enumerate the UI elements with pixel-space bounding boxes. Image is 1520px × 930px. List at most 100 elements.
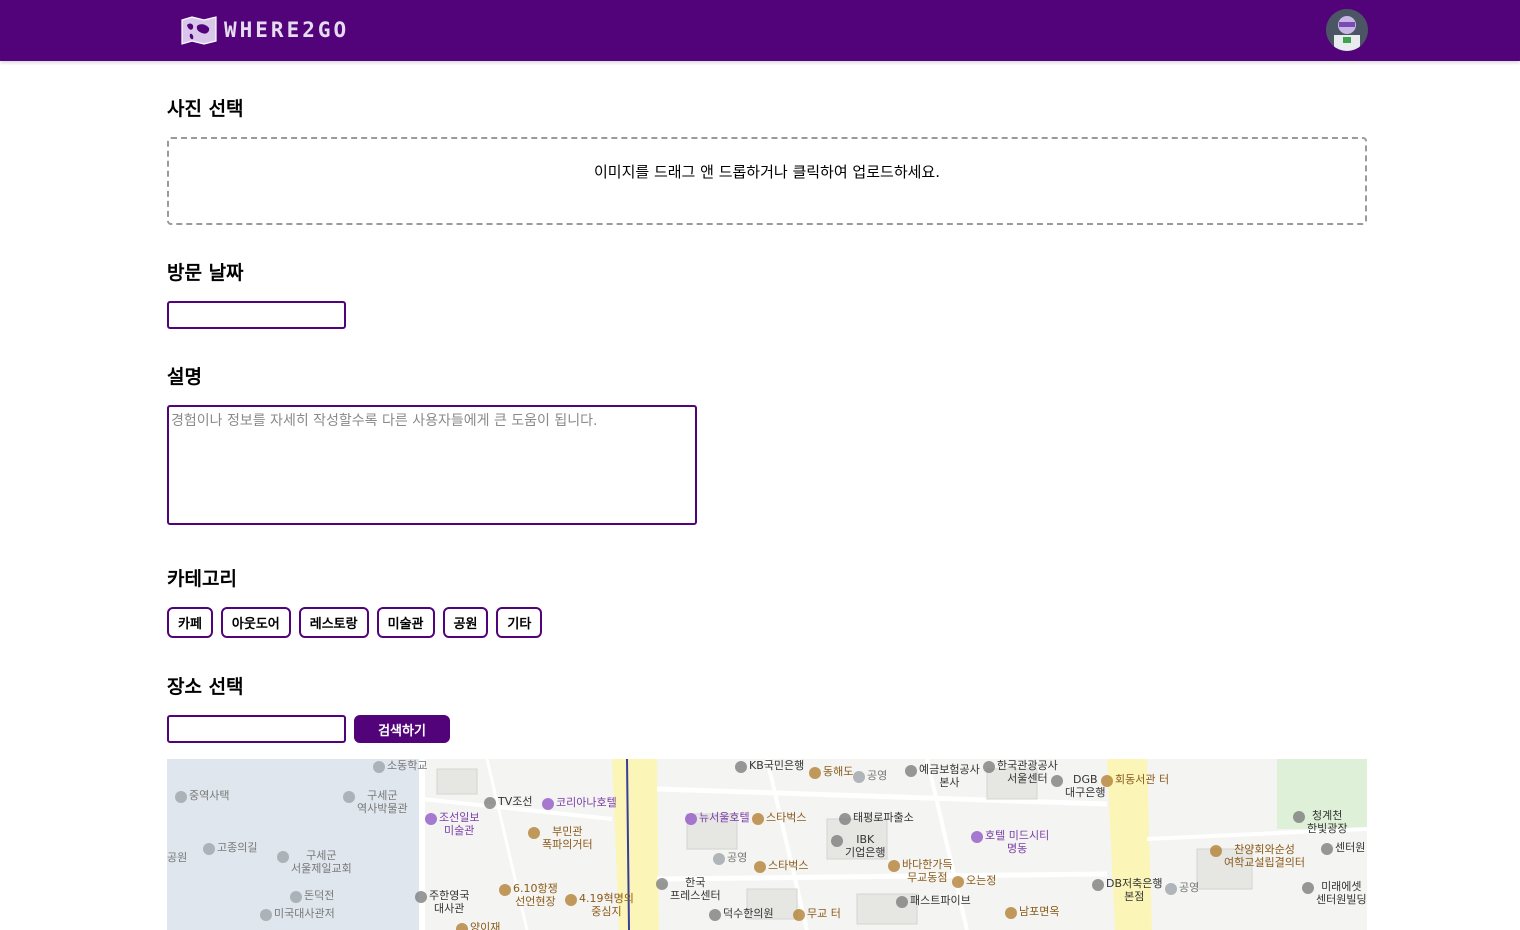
map-poi-marker[interactable] [656,878,668,890]
map-poi-marker[interactable] [499,884,511,896]
map-poi-marker[interactable] [542,798,554,810]
map-poi-marker[interactable] [1210,845,1222,857]
map-poi-label[interactable]: 구세군 서울제일교회 [291,849,352,875]
map-poi-marker[interactable] [839,813,851,825]
map-poi-label[interactable]: 남포면옥 [1019,905,1059,918]
map-poi-marker[interactable] [203,843,215,855]
map-poi-label[interactable]: 회동서관 터 [1115,773,1169,786]
map-poi-label[interactable]: 공영 [1179,881,1199,894]
map-poi-marker[interactable] [793,909,805,921]
map-poi-marker[interactable] [685,813,697,825]
category-park-button[interactable]: 공원 [442,607,489,638]
map-poi-marker[interactable] [1302,882,1314,894]
map-poi-marker[interactable] [425,813,437,825]
map-poi-label[interactable]: 공원 [167,851,187,864]
map-poi-label[interactable]: 무교 터 [807,907,841,920]
map-poi-label[interactable]: 공영 [867,769,887,782]
map-poi-marker[interactable] [260,909,272,921]
map-poi-label[interactable]: KB국민은행 [749,759,804,772]
map-poi-marker[interactable] [1005,907,1017,919]
map-poi-marker[interactable] [415,891,427,903]
map-poi-label[interactable]: 돈덕전 [304,889,334,902]
place-search-input[interactable] [167,715,346,743]
map-poi-marker[interactable] [983,761,995,773]
logo[interactable]: WHERE2GO [180,12,349,48]
map-poi-label[interactable]: 태평로파출소 [853,811,914,824]
category-restaurant-button[interactable]: 레스토랑 [298,607,369,638]
photo-dropzone[interactable]: 이미지를 드래그 앤 드롭하거나 클릭하여 업로드하세요. [167,137,1367,225]
map-poi-label[interactable]: 스타벅스 [766,811,806,824]
map-poi-marker[interactable] [175,791,187,803]
map-poi-marker[interactable] [290,891,302,903]
map-poi-marker[interactable] [484,797,496,809]
map-poi-label[interactable]: 스타벅스 [768,859,808,872]
map-poi-marker[interactable] [277,851,289,863]
map-poi-marker[interactable] [952,876,964,888]
map-poi-label[interactable]: IBK 기업은행 [845,833,885,859]
avatar[interactable] [1326,9,1368,51]
map-poi-marker[interactable] [1165,883,1177,895]
map-poi-label[interactable]: DGB 대구은행 [1065,773,1105,799]
map-poi-label[interactable]: 미래에셋 센터원빌딩 [1316,880,1367,906]
visit-date-input[interactable] [167,301,346,329]
map-poi-marker[interactable] [709,909,721,921]
map-poi-marker[interactable] [528,827,540,839]
map-poi-label[interactable]: 패스트파이브 [910,894,971,907]
map-poi-label[interactable]: 소동학교 [387,759,427,772]
map-poi-marker[interactable] [752,813,764,825]
map-poi-marker[interactable] [853,771,865,783]
map-poi-label[interactable]: 미국대사관저 [274,907,335,920]
map-poi-label[interactable]: TV조선 [498,795,532,808]
map-poi-label[interactable]: 센터원 [1335,841,1365,854]
map-poi-label[interactable]: 공영 [727,851,747,864]
map-poi-marker[interactable] [905,765,917,777]
map-poi-label[interactable]: 구세군 역사박물관 [357,789,408,815]
category-cafe-button[interactable]: 카페 [167,607,213,638]
map-poi-label[interactable]: 청계천 한빛광장 [1307,809,1347,835]
map-poi-marker[interactable] [1051,775,1063,787]
map-poi-label[interactable]: 4.19혁명의 중심지 [579,892,634,918]
map-view[interactable]: KB국민은행 동해도 공영 예금보험공사 본사 한국관광공사 서울센터 DGB 대구은행 회… [167,759,1367,930]
category-outdoor-button[interactable]: 아웃도어 [220,607,291,638]
map-poi-marker[interactable] [735,761,747,773]
map-poi-label[interactable]: 동해도 [823,765,853,778]
map-poi-label[interactable]: DB저축은행 본점 [1106,877,1163,903]
map-poi-label[interactable]: 6.10항쟁 선언현장 [513,882,558,908]
map-poi-marker[interactable] [1293,811,1305,823]
map-poi-label[interactable]: 한국관광공사 서울센터 [997,759,1058,785]
map-poi-label[interactable]: 조선일보 미술관 [439,811,479,837]
description-textarea[interactable] [167,405,697,525]
map-poi-marker[interactable] [343,791,355,803]
map-poi-marker[interactable] [1321,843,1333,855]
map-poi-label[interactable]: 주한영국 대사관 [429,889,469,915]
map-poi-marker[interactable] [565,894,577,906]
map-poi-marker[interactable] [373,761,385,773]
map-poi-label[interactable]: 찬양회와순성 여학교설립결의터 [1224,843,1305,869]
map-poi-marker[interactable] [456,923,468,930]
map-poi-marker[interactable] [831,835,843,847]
map-poi-label[interactable]: 부민관 폭파의거터 [542,825,593,851]
map-poi-marker[interactable] [1101,775,1113,787]
map-poi-marker[interactable] [754,861,766,873]
map-poi-marker[interactable] [1092,879,1104,891]
category-museum-button[interactable]: 미술관 [376,607,435,638]
map-poi-label[interactable]: 호텔 미드시티 명동 [985,829,1049,855]
map-poi-label[interactable]: 양이재 [470,921,500,930]
map-poi-marker[interactable] [713,853,725,865]
map-poi-label[interactable]: 예금보험공사 본사 [919,763,980,789]
map-poi-label[interactable]: 중역사택 [189,789,229,802]
map-poi-marker[interactable] [809,767,821,779]
map-poi-label[interactable]: 바다한가득 무교동점 [902,858,953,884]
map-poi-marker[interactable] [896,896,908,908]
map-poi-label[interactable]: 한국 프레스센터 [670,876,721,902]
map-poi-marker[interactable] [971,831,983,843]
map-poi-marker[interactable] [888,860,900,872]
map-poi-label[interactable]: 덕수한의원 [723,907,774,920]
category-other-button[interactable]: 기타 [496,607,543,638]
map-poi-label[interactable]: 오는정 [966,874,996,887]
map-poi-label[interactable]: 코리아나호텔 [556,796,617,809]
place-section-title: 장소 선택 [167,676,244,698]
map-poi-label[interactable]: 고종의길 [217,841,257,854]
map-poi-label[interactable]: 뉴서울호텔 [699,811,750,824]
search-button[interactable]: 검색하기 [354,715,450,743]
